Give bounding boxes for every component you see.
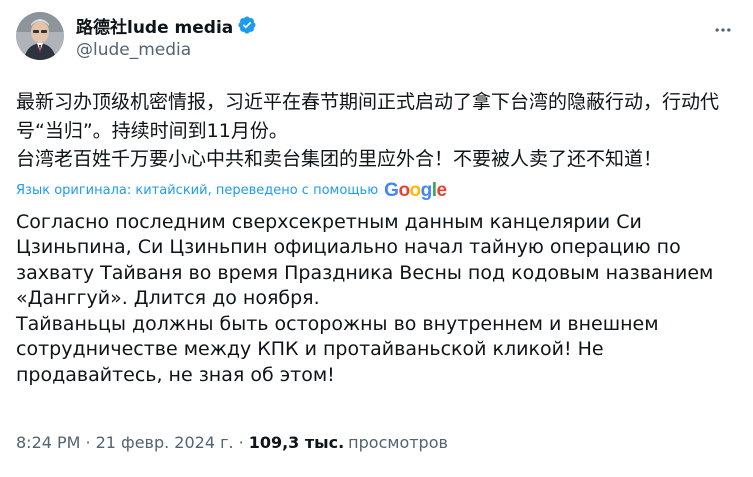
views-label[interactable]: просмотров bbox=[348, 433, 448, 452]
avatar-image bbox=[16, 12, 64, 60]
meta-separator-2: · bbox=[238, 432, 244, 452]
avatar[interactable] bbox=[16, 12, 64, 60]
translation-label[interactable]: Язык оригинала: китайский, переведено с … bbox=[16, 183, 378, 198]
tweet-date[interactable]: 21 февр. 2024 г. bbox=[96, 433, 234, 452]
meta-separator: · bbox=[85, 432, 91, 452]
google-logo: Google bbox=[384, 179, 447, 201]
more-options-button[interactable] bbox=[709, 16, 737, 44]
more-options-icon bbox=[715, 28, 731, 32]
tweet-original-text: 最新习办顶级机密情报，习近平在春节期间正式启动了拿下台湾的隐蔽行动，行动代号“当… bbox=[16, 91, 720, 170]
tweet-meta: 8:24 PM · 21 февр. 2024 г. · 109,3 тыс. … bbox=[16, 430, 448, 454]
author-display-name[interactable]: 路德社lude media bbox=[76, 13, 233, 38]
verified-badge-icon[interactable] bbox=[237, 15, 257, 35]
tweet-time[interactable]: 8:24 PM bbox=[16, 433, 80, 452]
tweet-header: 路德社lude media @lude_media bbox=[16, 12, 737, 68]
views-count[interactable]: 109,3 тыс. bbox=[249, 433, 344, 452]
tweet-card: 路德社lude media @lude_media 最新习办顶级机密情报，习近平… bbox=[0, 0, 753, 477]
author-handle[interactable]: @lude_media bbox=[76, 40, 257, 60]
name-row: 路德社lude media bbox=[76, 13, 257, 38]
tweet-translated-text: Согласно последним сверхсекретным данным… bbox=[16, 210, 714, 386]
translation-attribution[interactable]: Язык оригинала: китайский, переведено с … bbox=[16, 178, 737, 204]
author-names: 路德社lude media @lude_media bbox=[76, 12, 257, 60]
